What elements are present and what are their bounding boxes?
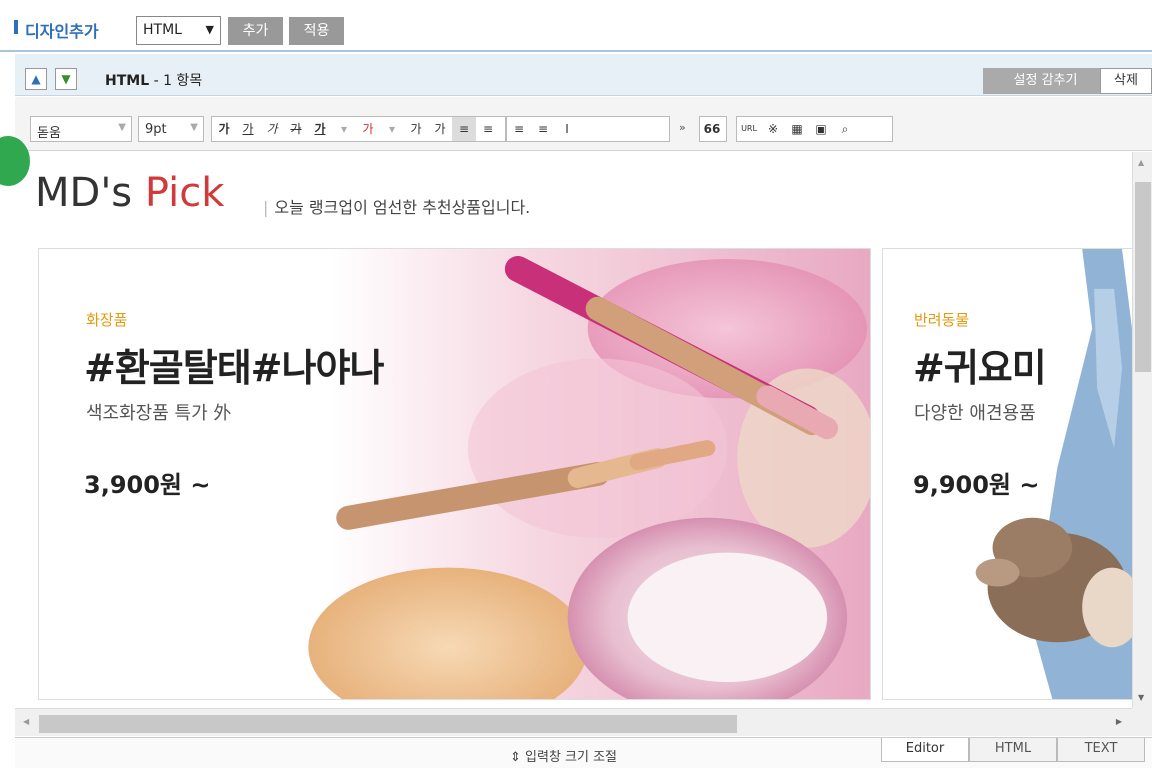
card-description: 색조화장품 특가 外 xyxy=(86,403,232,424)
size-select-value: 9pt xyxy=(145,122,167,137)
quote-button-group: 66 xyxy=(699,116,727,142)
mode-tabs: Editor HTML TEXT xyxy=(881,738,1145,768)
size-select[interactable]: 9pt ▼ xyxy=(138,116,204,142)
card-hashtag: #귀요미 xyxy=(913,346,1047,390)
apply-button[interactable]: 적용 xyxy=(289,17,344,45)
text-color-button[interactable]: 가 xyxy=(308,117,332,141)
item-type: HTML xyxy=(105,73,150,89)
strikethrough-button[interactable]: 가 xyxy=(284,117,308,141)
line-height-button[interactable]: I xyxy=(555,117,579,141)
md-heading-pick: Pick xyxy=(144,170,225,216)
design-bar: 디자인추가 HTML ▼ 추가 적용 xyxy=(0,0,1152,52)
editor-toolbar: 돋움 ▼ 9pt ▼ 가 가 가 가 가 ▾ 가 ▾ 가 가 ≡ ≡ ≡ ≡ I… xyxy=(15,97,1152,151)
horizontal-scroll-thumb[interactable] xyxy=(39,715,737,733)
card-price: 3,900원 ~ xyxy=(84,471,211,499)
product-card[interactable]: 화장품 #환골탈태#나야나 색조화장품 특가 外 3,900원 ~ xyxy=(38,248,871,700)
design-type-value: HTML xyxy=(143,22,182,38)
add-button[interactable]: 추가 xyxy=(228,17,283,45)
horizontal-scrollbar[interactable]: ◀ ▶ xyxy=(15,708,1132,736)
text-color-dropdown[interactable]: ▾ xyxy=(332,117,356,141)
md-subtitle-text: 오늘 랭크업이 엄선한 추천상품입니다. xyxy=(274,198,531,217)
image-button[interactable]: ▣ xyxy=(809,117,833,141)
move-up-button[interactable]: ▲ xyxy=(25,68,47,90)
find-button[interactable]: ⌕ xyxy=(833,117,857,141)
align-button-group: ≡ ≡ I xyxy=(506,116,670,142)
font-select-value: 돋움 xyxy=(37,126,61,141)
move-down-button[interactable]: ▼ xyxy=(55,68,77,90)
delete-button[interactable]: 삭제 xyxy=(1100,68,1152,94)
md-subtitle: | 오늘 랭크업이 엄선한 추천상품입니다. xyxy=(263,194,530,218)
font-select[interactable]: 돋움 ▼ xyxy=(30,116,132,142)
highlight-dropdown[interactable]: ▾ xyxy=(380,117,404,141)
justify-button[interactable]: ≡ xyxy=(531,117,555,141)
hide-settings-button[interactable]: 설정 감추기 xyxy=(983,68,1108,94)
scroll-up-icon[interactable]: ▲ xyxy=(1138,158,1144,167)
scroll-left-icon[interactable]: ◀ xyxy=(23,717,29,726)
quote-button[interactable]: 66 xyxy=(700,117,724,141)
table-button[interactable]: ▦ xyxy=(785,117,809,141)
design-type-select[interactable]: HTML ▼ xyxy=(136,16,221,45)
editor-bottom-bar: ⇕ 입력창 크기 조절 Editor HTML TEXT xyxy=(15,737,1152,768)
md-heading-prefix: MD's xyxy=(35,170,133,216)
product-card[interactable]: 반려동물 #귀요미 다양한 애견용품 9,900원 ~ xyxy=(882,248,1132,700)
card-category: 화장품 xyxy=(86,311,128,329)
italic-button[interactable]: 가 xyxy=(260,117,284,141)
scroll-right-icon[interactable]: ▶ xyxy=(1116,717,1122,726)
underline-button[interactable]: 가 xyxy=(236,117,260,141)
align-center-button[interactable]: ≡ xyxy=(476,117,500,141)
resize-handle[interactable]: ⇕ 입력창 크기 조절 xyxy=(510,746,617,765)
divider: | xyxy=(263,198,269,217)
editor-content[interactable]: MD's Pick | 오늘 랭크업이 엄선한 추천상품입니다. 화장품 #환골… xyxy=(15,152,1132,708)
card-description: 다양한 애견용품 xyxy=(914,403,1036,424)
chevron-down-icon: ▼ xyxy=(205,23,214,36)
link-button[interactable]: URL xyxy=(737,117,761,141)
arrow-down-icon: ▼ xyxy=(61,72,71,86)
vertical-scroll-thumb[interactable] xyxy=(1135,182,1151,372)
item-label: HTML - 1 항목 xyxy=(105,70,202,90)
chevron-down-icon: ▼ xyxy=(190,122,198,133)
design-title: 디자인추가 xyxy=(25,22,99,41)
chevron-down-icon: ▼ xyxy=(118,122,126,133)
tab-html[interactable]: HTML xyxy=(969,738,1057,762)
item-header: ▲ ▼ HTML - 1 항목 설정 감추기 삭제 xyxy=(15,54,1152,96)
arrow-up-icon: ▲ xyxy=(31,72,41,86)
insert-button-group: URL ※ ▦ ▣ ⌕ xyxy=(736,116,893,142)
superscript-button[interactable]: 가 xyxy=(404,117,428,141)
card-price: 9,900원 ~ xyxy=(913,471,1040,499)
bold-button[interactable]: 가 xyxy=(212,117,236,141)
item-count: - 1 항목 xyxy=(149,73,203,89)
title-marker xyxy=(14,20,18,34)
highlight-button[interactable]: 가 xyxy=(356,117,380,141)
format-button-group: 가 가 가 가 가 ▾ 가 ▾ 가 가 ≡ ≡ xyxy=(211,116,506,142)
special-char-button[interactable]: ※ xyxy=(761,117,785,141)
scroll-down-icon[interactable]: ▼ xyxy=(1138,693,1144,702)
tab-text[interactable]: TEXT xyxy=(1057,738,1145,762)
align-right-button[interactable]: ≡ xyxy=(507,117,531,141)
scroll-corner xyxy=(1132,708,1152,736)
card-category: 반려동물 xyxy=(914,311,970,329)
tab-editor[interactable]: Editor xyxy=(881,738,969,762)
align-left-button[interactable]: ≡ xyxy=(452,117,476,141)
md-pick-heading: MD's Pick xyxy=(35,170,224,216)
subscript-button[interactable]: 가 xyxy=(428,117,452,141)
vertical-scrollbar[interactable]: ▲ ▼ xyxy=(1132,152,1152,708)
more-tools-button[interactable]: » xyxy=(679,121,686,134)
card-hashtag: #환골탈태#나야나 xyxy=(84,346,384,390)
